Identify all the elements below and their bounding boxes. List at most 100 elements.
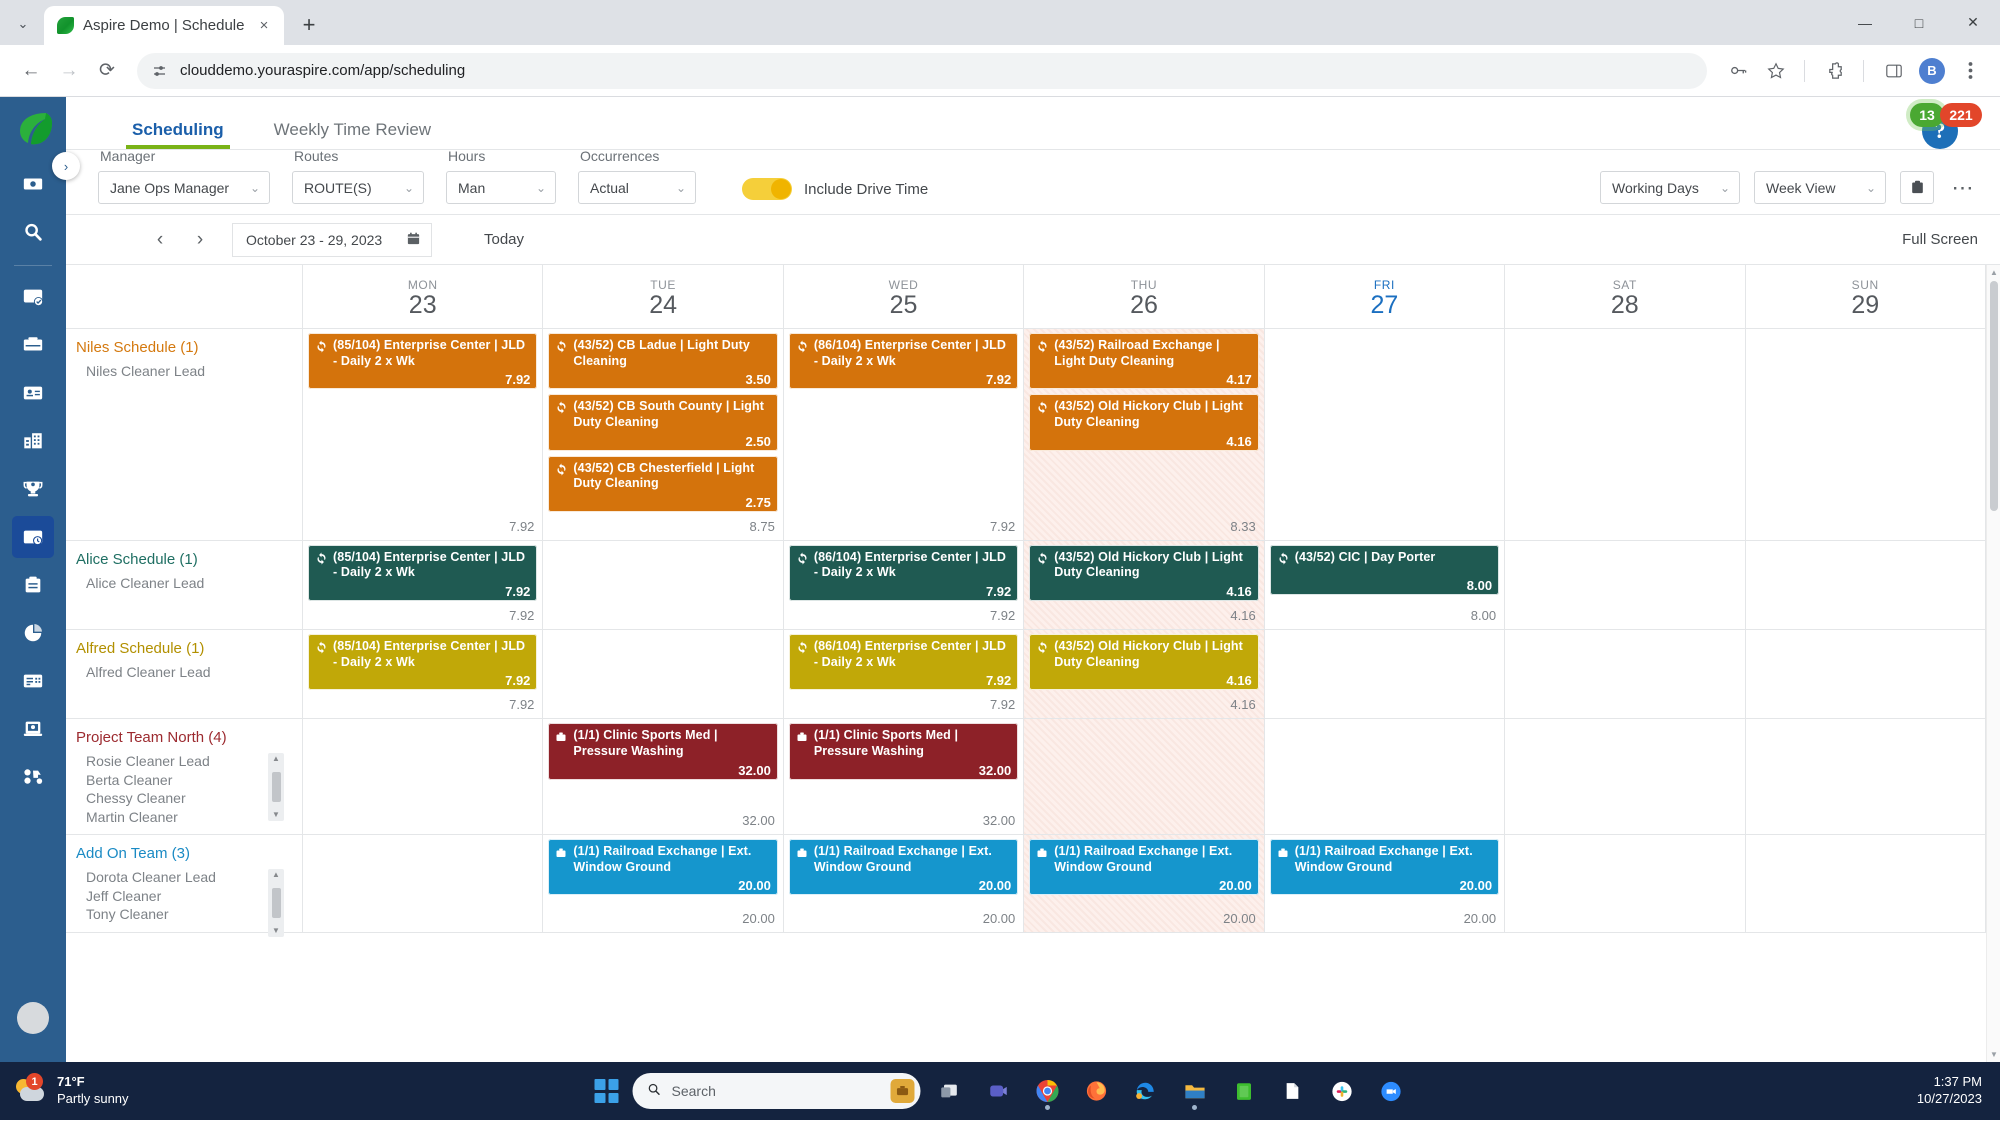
resource-name[interactable]: Add On Team (3) [76, 845, 290, 862]
schedule-event-card[interactable]: (1/1) Railroad Exchange | Ext. Window Gr… [548, 839, 778, 896]
today-button[interactable]: Today [484, 231, 524, 248]
schedule-event-card[interactable]: (43/52) Old Hickory Club | Light Duty Cl… [1029, 544, 1259, 601]
include-drive-time-toggle[interactable] [742, 178, 792, 200]
side-panel-icon[interactable] [1878, 55, 1910, 87]
scrollbar-thumb[interactable] [1990, 281, 1998, 511]
previous-week-button[interactable]: ‹ [140, 223, 180, 257]
chrome-menu-icon[interactable] [1954, 55, 1986, 87]
schedule-event-card[interactable]: (85/104) Enterprise Center | JLD - Daily… [308, 544, 538, 601]
rail-item-opportunities[interactable] [12, 276, 54, 318]
profile-avatar[interactable]: B [1916, 55, 1948, 87]
crew-list-scrollbar[interactable]: ▲ ▼ [268, 869, 284, 938]
day-cell[interactable] [303, 719, 544, 835]
new-tab-button[interactable]: + [292, 8, 326, 42]
day-cell[interactable]: (43/52) CIC | Day Porter 8.00 8.00 [1265, 540, 1506, 629]
user-avatar[interactable] [17, 1002, 49, 1034]
schedule-event-card[interactable]: (43/52) Old Hickory Club | Light Duty Cl… [1029, 634, 1259, 691]
day-cell[interactable]: (86/104) Enterprise Center | JLD - Daily… [784, 540, 1025, 629]
tab-search-chevron-icon[interactable]: ⌄ [6, 7, 40, 41]
minimize-button[interactable]: — [1838, 0, 1892, 45]
day-cell[interactable]: (86/104) Enterprise Center | JLD - Daily… [784, 630, 1025, 719]
file-explorer-icon[interactable] [1175, 1071, 1215, 1111]
schedule-event-card[interactable]: (85/104) Enterprise Center | JLD - Daily… [308, 333, 538, 390]
scroll-down-icon[interactable]: ▼ [272, 927, 280, 935]
day-cell[interactable]: (85/104) Enterprise Center | JLD - Daily… [303, 540, 544, 629]
day-cell[interactable]: (1/1) Railroad Exchange | Ext. Window Gr… [1265, 835, 1506, 932]
aspire-logo-icon[interactable] [11, 107, 55, 149]
day-header-tue[interactable]: TUE 24 [543, 265, 784, 328]
day-header-sat[interactable]: SAT 28 [1505, 265, 1746, 328]
rail-item-awards[interactable] [12, 468, 54, 510]
red-notification-badge[interactable]: 221 [1940, 103, 1982, 127]
document-icon[interactable] [1273, 1071, 1313, 1111]
day-cell[interactable] [1265, 630, 1506, 719]
schedule-event-card[interactable]: (43/52) CIC | Day Porter 8.00 [1269, 544, 1500, 595]
teams-icon[interactable] [979, 1071, 1019, 1111]
maximize-button[interactable]: □ [1892, 0, 1946, 45]
day-cell[interactable]: (1/1) Railroad Exchange | Ext. Window Gr… [784, 835, 1025, 932]
day-cell[interactable] [1505, 329, 1746, 540]
taskbar-weather-widget[interactable]: 1 71°F Partly sunny [14, 1073, 129, 1108]
rail-item-work-tickets[interactable] [12, 564, 54, 606]
hours-select[interactable]: Man ⌄ [446, 171, 556, 204]
schedule-event-card[interactable]: (1/1) Clinic Sports Med | Pressure Washi… [788, 723, 1019, 780]
scroll-down-icon[interactable]: ▼ [272, 811, 280, 819]
day-cell[interactable] [303, 835, 544, 932]
rail-item-timesheets[interactable] [12, 660, 54, 702]
occurrences-select[interactable]: Actual ⌄ [578, 171, 696, 204]
scrollbar-thumb[interactable] [271, 772, 281, 803]
forward-icon[interactable]: → [52, 54, 86, 88]
scrollbar-thumb[interactable] [271, 888, 281, 919]
rail-item-search[interactable] [12, 211, 54, 253]
start-button-icon[interactable] [590, 1074, 624, 1108]
rail-item-equipment[interactable] [12, 756, 54, 798]
schedule-event-card[interactable]: (43/52) Old Hickory Club | Light Duty Cl… [1029, 394, 1259, 451]
day-cell[interactable] [1746, 719, 1986, 835]
rail-item-invoicing[interactable] [12, 163, 54, 205]
resource-name[interactable]: Project Team North (4) [76, 729, 290, 746]
schedule-event-card[interactable]: (85/104) Enterprise Center | JLD - Daily… [308, 634, 538, 691]
schedule-event-card[interactable]: (43/52) Railroad Exchange | Light Duty C… [1029, 333, 1259, 390]
scroll-up-icon[interactable]: ▲ [1990, 268, 1998, 277]
day-cell[interactable] [1746, 835, 1986, 932]
day-cell[interactable] [1505, 540, 1746, 629]
manager-select[interactable]: Jane Ops Manager ⌄ [98, 171, 270, 204]
taskbar-clock[interactable]: 1:37 PM 10/27/2023 [1917, 1074, 1982, 1108]
bookmark-star-icon[interactable] [1760, 55, 1792, 87]
rail-item-contacts[interactable] [12, 372, 54, 414]
day-header-wed[interactable]: WED 25 [784, 265, 1025, 328]
tab-weekly-time-review[interactable]: Weekly Time Review [268, 120, 437, 149]
expand-sidebar-button[interactable]: › [52, 152, 80, 180]
more-options-icon[interactable]: ⋯ [1948, 171, 1978, 204]
day-cell[interactable] [1746, 540, 1986, 629]
day-header-thu[interactable]: THU 26 [1024, 265, 1265, 328]
day-cell[interactable]: (1/1) Clinic Sports Med | Pressure Washi… [543, 719, 784, 835]
next-week-button[interactable]: › [180, 223, 220, 257]
clipboard-button[interactable] [1900, 171, 1934, 204]
green-notification-badge[interactable]: 13 [1910, 103, 1944, 127]
day-cell[interactable] [543, 630, 784, 719]
address-bar[interactable]: clouddemo.youraspire.com/app/scheduling [137, 52, 1707, 89]
day-cell[interactable]: (1/1) Railroad Exchange | Ext. Window Gr… [1024, 835, 1265, 932]
schedule-event-card[interactable]: (86/104) Enterprise Center | JLD - Daily… [788, 333, 1019, 390]
day-cell[interactable] [1265, 719, 1506, 835]
day-cell[interactable]: (43/52) Old Hickory Club | Light Duty Cl… [1024, 540, 1265, 629]
resource-name[interactable]: Niles Schedule (1) [76, 339, 290, 356]
week-view-select[interactable]: Week View ⌄ [1754, 171, 1886, 204]
resource-name[interactable]: Alice Schedule (1) [76, 551, 290, 568]
task-view-icon[interactable] [930, 1071, 970, 1111]
edge-icon[interactable] [1126, 1071, 1166, 1111]
calendar-scrollbar[interactable]: ▲ ▼ [1986, 265, 2000, 1062]
day-cell[interactable]: (86/104) Enterprise Center | JLD - Daily… [784, 329, 1025, 540]
day-cell[interactable] [1505, 835, 1746, 932]
scroll-up-icon[interactable]: ▲ [272, 755, 280, 763]
day-cell[interactable] [1024, 719, 1265, 835]
day-header-fri[interactable]: FRI 27 [1265, 265, 1506, 328]
schedule-event-card[interactable]: (43/52) CB South County | Light Duty Cle… [548, 394, 778, 451]
chrome-icon[interactable] [1028, 1071, 1068, 1111]
password-key-icon[interactable] [1722, 55, 1754, 87]
day-cell[interactable]: (85/104) Enterprise Center | JLD - Daily… [303, 329, 544, 540]
date-range-picker[interactable]: October 23 - 29, 2023 [232, 222, 432, 257]
day-cell[interactable] [543, 540, 784, 629]
slack-icon[interactable] [1322, 1071, 1362, 1111]
